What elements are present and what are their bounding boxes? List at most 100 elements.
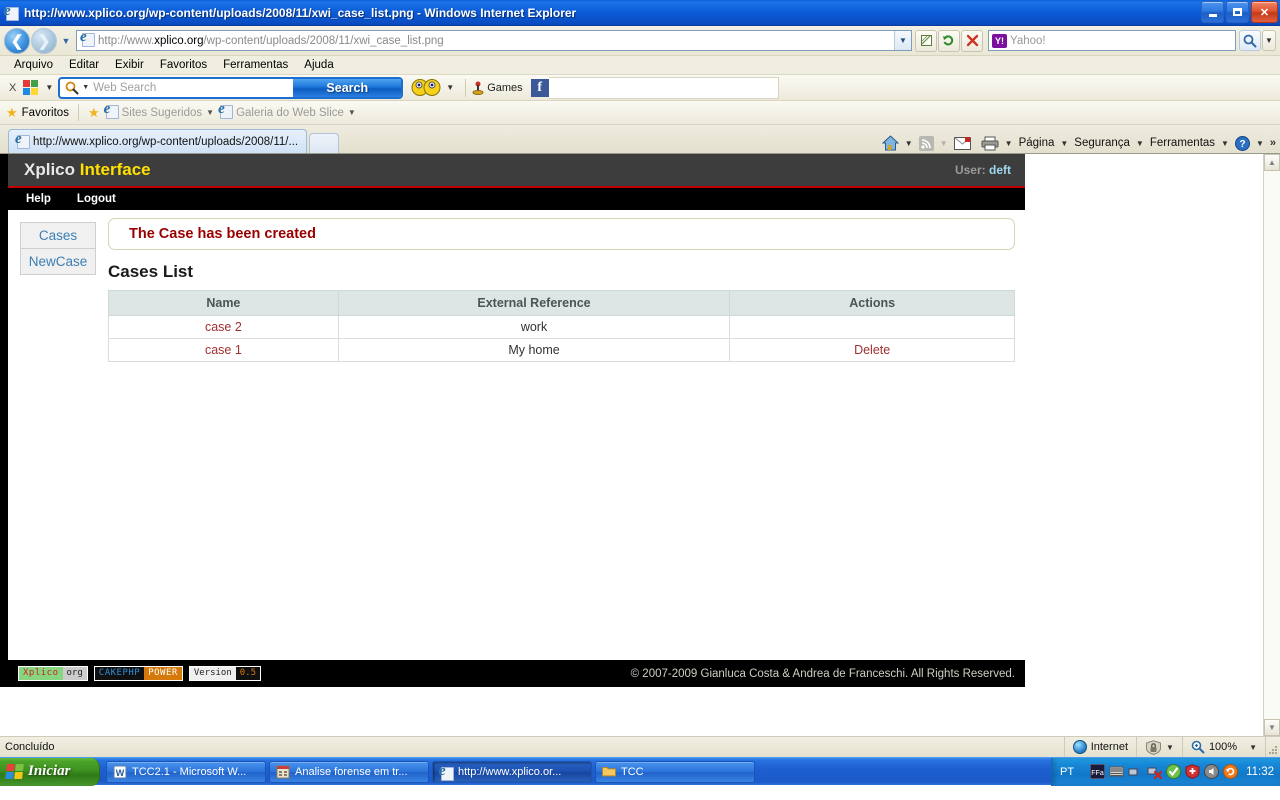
yahoo-messenger-smiley-icon[interactable]: [411, 78, 441, 98]
language-indicator[interactable]: PT: [1060, 766, 1084, 778]
scroll-up-arrow-icon[interactable]: ▲: [1264, 154, 1280, 171]
cakephp-power-badge[interactable]: CAKEPHP POWER: [93, 666, 183, 681]
zoom-chevron-down-icon[interactable]: ▼: [1249, 743, 1257, 752]
system-clock[interactable]: 11:32: [1246, 766, 1274, 778]
taskbar-item-word[interactable]: W TCC2.1 - Microsoft W...: [106, 760, 266, 783]
yahoo-toolbar-chevron-down-icon[interactable]: ▼: [40, 83, 58, 92]
search-options-chevron-down-icon[interactable]: ▼: [1262, 30, 1276, 51]
menu-link-help[interactable]: Help: [26, 193, 51, 205]
ferramentas-chevron-down-icon[interactable]: ▼: [1221, 139, 1229, 148]
recent-pages-chevron-down-icon[interactable]: ▼: [59, 36, 73, 46]
command-pagina[interactable]: Página: [1015, 137, 1059, 149]
seguranca-chevron-down-icon[interactable]: ▼: [1136, 139, 1144, 148]
close-button[interactable]: ✕: [1251, 1, 1278, 23]
yahoo-web-search[interactable]: ▼ Web Search Search: [58, 76, 404, 99]
case-link[interactable]: case 1: [205, 343, 242, 357]
print-chevron-down-icon[interactable]: ▼: [1005, 139, 1013, 148]
xplico-main-content: The Case has been created Cases List Nam…: [96, 210, 1027, 500]
menu-item-editar[interactable]: Editar: [61, 59, 107, 71]
protected-mode[interactable]: ▼: [1137, 737, 1183, 757]
sidebar-item-cases[interactable]: Cases: [20, 222, 96, 248]
menu-item-favoritos[interactable]: Favoritos: [152, 59, 215, 71]
command-seguranca[interactable]: Segurança: [1070, 137, 1134, 149]
menu-item-ajuda[interactable]: Ajuda: [296, 59, 341, 71]
command-bar-overflow-icon[interactable]: »: [1266, 137, 1276, 149]
maximize-restore-button[interactable]: [1226, 1, 1249, 23]
browser-tab[interactable]: http://www.xplico.org/wp-content/uploads…: [8, 129, 308, 153]
network-disconnected-icon[interactable]: [1147, 764, 1163, 780]
print-button[interactable]: [977, 136, 1003, 151]
xplico-org-badge[interactable]: Xplico org: [18, 666, 88, 681]
feeds-button[interactable]: [915, 135, 938, 151]
help-button[interactable]: ?: [1231, 135, 1254, 151]
web-page-content: Xplico Interface User: deft Help Logout …: [0, 154, 1263, 736]
suggested-sites-chevron-down-icon[interactable]: ▼: [206, 108, 214, 117]
network-activity-icon[interactable]: [1128, 764, 1143, 779]
taskbar-item-folder[interactable]: TCC: [595, 760, 755, 783]
protected-mode-chevron-down-icon[interactable]: ▼: [1166, 743, 1174, 752]
update-icon[interactable]: [1223, 764, 1239, 779]
xplico-header: Xplico Interface User: deft: [8, 154, 1025, 188]
menu-item-arquivo[interactable]: Arquivo: [6, 59, 61, 71]
menu-link-logout[interactable]: Logout: [77, 193, 116, 205]
favorites-star-icon[interactable]: ★: [6, 105, 18, 121]
suggested-sites-label[interactable]: Sites Sugeridos: [122, 107, 203, 119]
web-slice-gallery-chevron-down-icon[interactable]: ▼: [348, 108, 356, 117]
ie-app-icon: [4, 3, 20, 21]
vertical-scrollbar[interactable]: ▲ ▼: [1263, 154, 1280, 736]
search-go-icon[interactable]: [1239, 30, 1261, 51]
address-url-text: http://www.xplico.org/wp-content/uploads…: [98, 34, 444, 47]
address-chevron-down-icon[interactable]: ▼: [894, 31, 911, 50]
cell-external-reference: My home: [337, 338, 731, 362]
yahoo-games-button[interactable]: Games: [472, 81, 523, 95]
ie-search-box[interactable]: Y! Yahoo!: [988, 30, 1236, 51]
zoom-level[interactable]: 100% ▼: [1183, 737, 1266, 757]
taskbar-item-analise[interactable]: Analise forense em tr...: [269, 760, 429, 783]
forward-arrow-icon[interactable]: ❯: [31, 27, 57, 54]
yahoo-search-source-chevron-down-icon[interactable]: ▼: [82, 84, 89, 91]
command-ferramentas[interactable]: Ferramentas: [1146, 137, 1219, 149]
minimize-button[interactable]: [1201, 1, 1224, 23]
ffa-icon[interactable]: FFa: [1089, 763, 1106, 780]
pagina-chevron-down-icon[interactable]: ▼: [1060, 139, 1068, 148]
menu-item-exibir[interactable]: Exibir: [107, 59, 152, 71]
add-to-favorites-icon[interactable]: ★: [88, 105, 100, 121]
case-link[interactable]: case 2: [205, 320, 242, 334]
taskbar-item-label: http://www.xplico.or...: [458, 765, 562, 778]
yahoo-toolbar-close-icon[interactable]: X: [4, 82, 21, 94]
antivirus-ok-icon[interactable]: [1166, 764, 1182, 779]
web-slice-gallery-label[interactable]: Galeria do Web Slice: [236, 107, 344, 119]
security-shield-icon[interactable]: [1185, 764, 1200, 779]
start-button[interactable]: Iniciar: [0, 757, 100, 786]
home-chevron-down-icon[interactable]: ▼: [905, 139, 913, 148]
hardware-icon[interactable]: [1109, 764, 1124, 779]
security-zone[interactable]: Internet: [1065, 737, 1138, 757]
xplico-menu-bar: Help Logout: [8, 188, 1025, 210]
compatibility-view-icon[interactable]: [915, 29, 937, 52]
address-bar[interactable]: http://www.xplico.org/wp-content/uploads…: [76, 29, 912, 51]
favorites-label[interactable]: Favoritos: [22, 107, 69, 119]
resize-grip-icon[interactable]: [1266, 737, 1280, 757]
delete-link[interactable]: Delete: [854, 343, 890, 357]
refresh-icon[interactable]: [938, 29, 960, 52]
home-button[interactable]: [878, 135, 903, 151]
yahoo-toolbar-logo-icon[interactable]: [23, 80, 39, 95]
help-chevron-down-icon[interactable]: ▼: [1256, 139, 1264, 148]
back-arrow-icon[interactable]: ❮: [4, 27, 30, 54]
volume-icon[interactable]: [1204, 764, 1220, 779]
yahoo-messenger-chevron-down-icon[interactable]: ▼: [441, 83, 459, 92]
yahoo-search-button[interactable]: Search: [293, 78, 402, 97]
joystick-icon: [472, 81, 484, 95]
menu-item-ferramentas[interactable]: Ferramentas: [215, 59, 296, 71]
facebook-icon[interactable]: f: [530, 78, 549, 97]
yahoo-icon: Y!: [992, 33, 1007, 48]
navigation-bar: ❮ ❯ ▼ http://www.xplico.org/wp-content/u…: [0, 26, 1280, 56]
sidebar-item-newcase[interactable]: NewCase: [20, 248, 96, 275]
read-mail-button[interactable]: [950, 136, 975, 150]
new-tab-button[interactable]: [309, 133, 340, 153]
taskbar-item-ie[interactable]: http://www.xplico.or...: [432, 760, 592, 783]
scrollbar-track[interactable]: [1264, 171, 1280, 719]
printer-icon: [981, 136, 999, 150]
scroll-down-arrow-icon[interactable]: ▼: [1264, 719, 1280, 736]
stop-icon[interactable]: [961, 29, 983, 52]
